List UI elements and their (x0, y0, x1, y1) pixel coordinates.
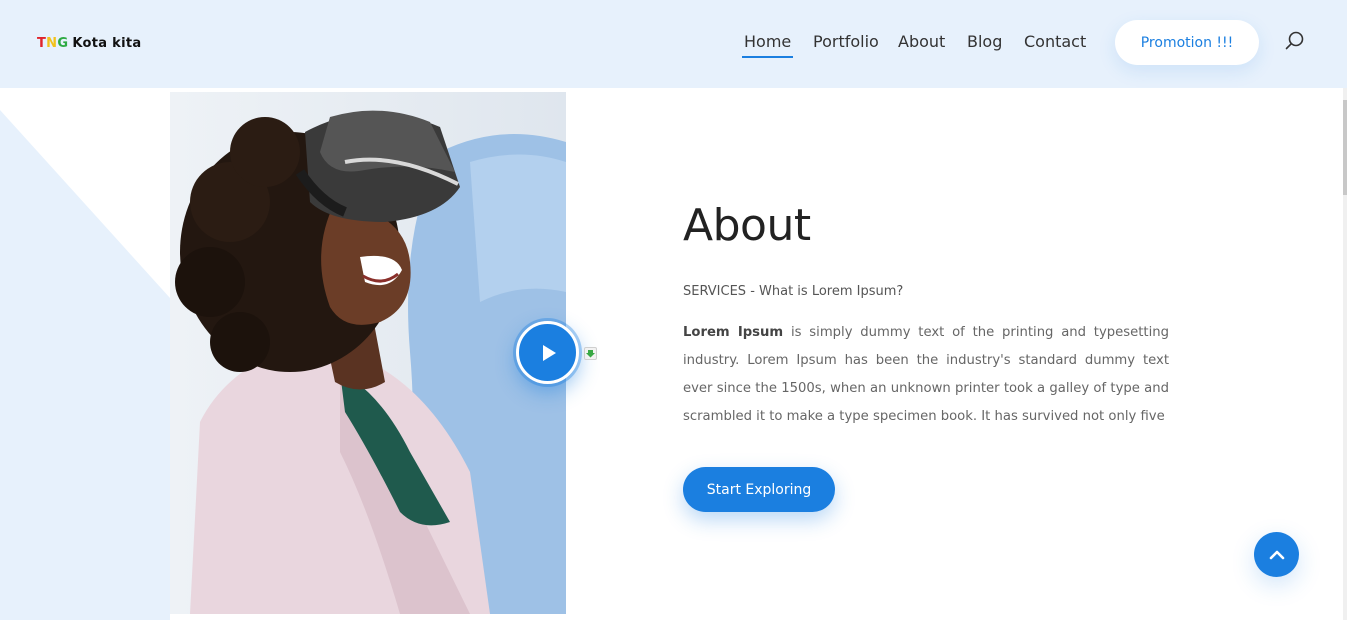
scrollbar-thumb[interactable] (1343, 100, 1347, 195)
play-icon (542, 344, 556, 361)
start-exploring-button[interactable]: Start Exploring (683, 467, 835, 512)
hero-image (170, 92, 566, 614)
nav-home[interactable]: Home (741, 32, 794, 58)
download-icon[interactable] (584, 347, 597, 360)
paragraph-bold-lead: Lorem Ipsum (683, 325, 784, 340)
nav-contact[interactable]: Contact (1024, 32, 1086, 51)
nav-blog[interactable]: Blog (967, 32, 1002, 51)
site-header: TNG Kota kita Home Portfolio About Blog C… (0, 0, 1347, 88)
nav-portfolio[interactable]: Portfolio (813, 32, 879, 51)
about-paragraph: Lorem Ipsum is simply dummy text of the … (683, 319, 1169, 431)
vr-person-illustration (170, 92, 566, 614)
play-video-button[interactable] (516, 321, 579, 384)
about-subtitle: SERVICES - What is Lorem Ipsum? (683, 284, 904, 299)
brand-logo[interactable]: TNG Kota kita (37, 36, 141, 51)
search-icon[interactable] (1284, 30, 1306, 52)
background-shape (0, 110, 170, 620)
chevron-up-icon (1269, 550, 1284, 559)
nav-about[interactable]: About (898, 32, 945, 51)
promotion-button[interactable]: Promotion !!! (1115, 20, 1259, 65)
about-heading: About (683, 200, 811, 251)
back-to-top-button[interactable] (1254, 532, 1299, 577)
